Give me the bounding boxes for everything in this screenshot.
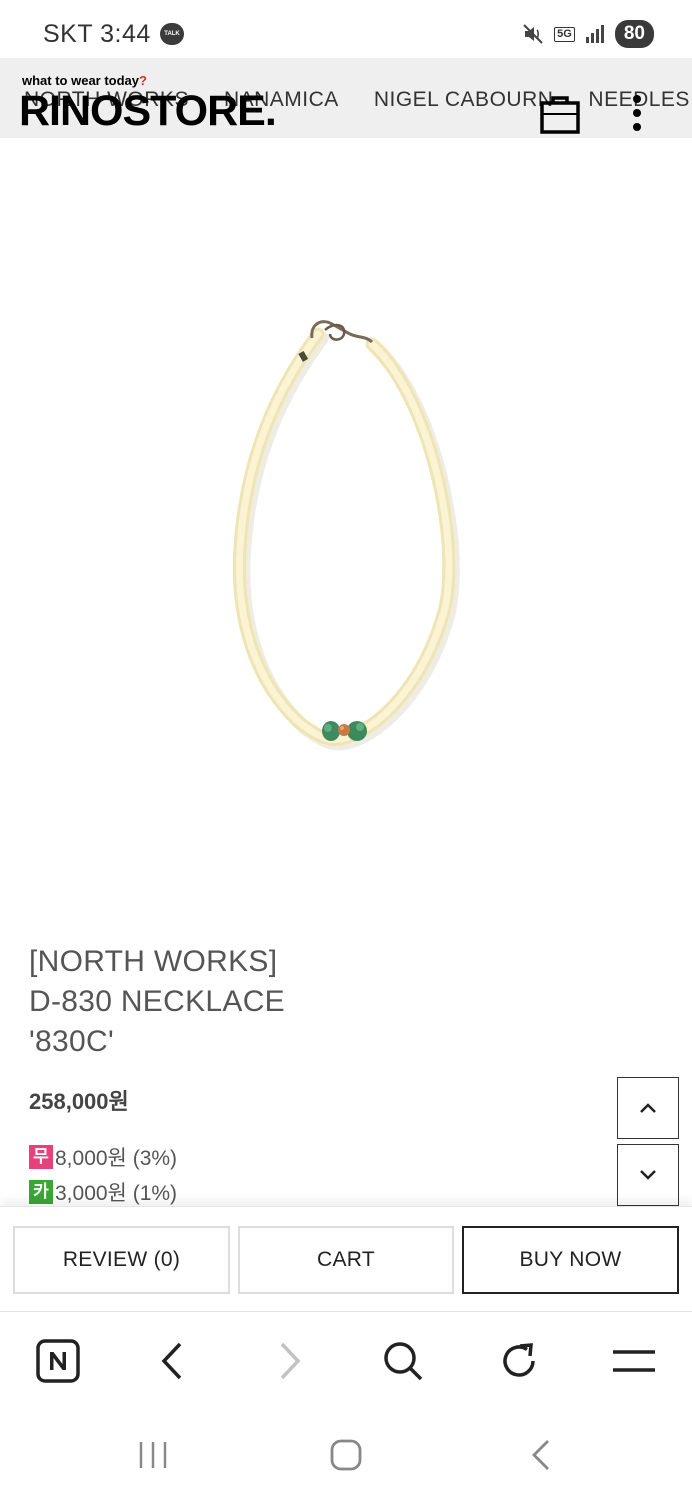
scroll-up-button[interactable] [617, 1077, 679, 1139]
scroll-down-button[interactable] [617, 1144, 679, 1206]
tagline-text: what to wear today [22, 73, 140, 88]
page: SKT 3:44 TALK 5G 80 NORTH WORKS NANAMICA… [0, 0, 692, 1500]
system-back-icon[interactable] [516, 1432, 566, 1478]
point-row-musinsa: 무 8,000원 (3%) [29, 1142, 177, 1172]
buy-now-button[interactable]: BUY NOW [462, 1226, 679, 1294]
action-bar: REVIEW (0) CART BUY NOW [0, 1206, 692, 1312]
refresh-icon[interactable] [494, 1336, 544, 1386]
status-bar: SKT 3:44 TALK 5G 80 [0, 0, 692, 58]
tagline: what to wear today? [22, 73, 147, 88]
brand-nav-item[interactable]: NIGEL CABOURN [374, 88, 554, 118]
carrier-time: SKT 3:44 [43, 20, 151, 48]
signal-icon [585, 25, 604, 43]
more-vertical-icon[interactable] [626, 92, 648, 136]
store-logo[interactable]: RINOSTORE. [19, 87, 277, 135]
status-icons: 5G 80 [522, 20, 654, 48]
browser-toolbar [0, 1312, 692, 1410]
review-button[interactable]: REVIEW (0) [13, 1226, 230, 1294]
cart-button[interactable]: CART [238, 1226, 454, 1294]
product-title-name: D-830 NECKLACE [29, 985, 285, 1018]
kakao-badge-icon: 카 [29, 1180, 53, 1204]
back-icon[interactable] [147, 1336, 197, 1386]
search-icon[interactable] [378, 1336, 428, 1386]
tagline-mark: ? [139, 73, 147, 88]
product-title: [NORTH WORKS] D-830 NECKLACE '830C' [29, 942, 285, 1062]
point-value: 8,000원 (3%) [55, 1147, 178, 1170]
network-5g-icon: 5G [554, 26, 575, 42]
talk-notification-icon: TALK [160, 23, 184, 45]
home-icon[interactable] [321, 1432, 371, 1478]
site-header: NORTH WORKS NANAMICA NIGEL CABOURN NEEDL… [0, 58, 692, 138]
system-nav-bar [0, 1410, 692, 1500]
battery-level: 80 [614, 20, 654, 48]
chevron-up-icon [640, 1103, 656, 1113]
chevron-down-icon [640, 1170, 656, 1180]
product-image[interactable] [0, 138, 692, 928]
naver-home-icon[interactable] [33, 1336, 83, 1386]
menu-icon[interactable] [609, 1336, 659, 1386]
musinsa-badge-icon: 무 [29, 1145, 53, 1169]
product-title-brand: [NORTH WORKS] [29, 945, 278, 978]
mute-icon [523, 24, 543, 44]
point-row-kakao: 카 3,000원 (1%) [29, 1177, 177, 1207]
recents-icon[interactable] [128, 1432, 178, 1478]
product-title-code: '830C' [29, 1025, 114, 1058]
shopping-bag-icon[interactable] [540, 94, 580, 134]
forward-icon[interactable] [265, 1336, 315, 1386]
point-value: 3,000원 (1%) [55, 1182, 178, 1205]
product-price: 258,000원 [29, 1089, 129, 1114]
necklace-photo [232, 320, 460, 751]
